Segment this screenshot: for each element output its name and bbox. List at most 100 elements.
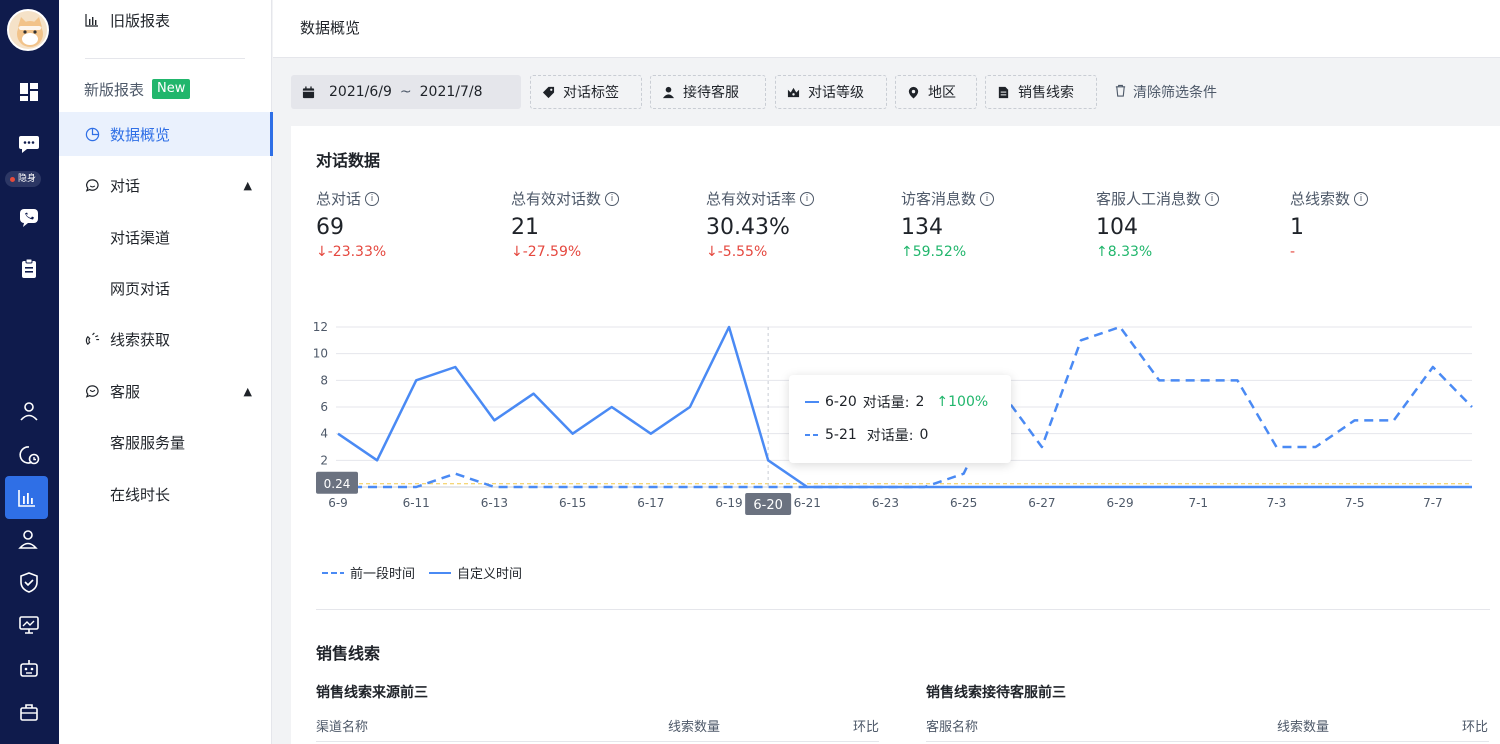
filter-sales-leads[interactable]: 销售线索 bbox=[985, 75, 1097, 109]
clear-filters-button[interactable]: 清除筛选条件 bbox=[1114, 75, 1217, 109]
metric-value: 69 bbox=[316, 215, 344, 240]
metric-agent-messages: 客服人工消息数 i 104 ↑8.33% bbox=[1096, 188, 1286, 260]
tooltip-date: 6-20 bbox=[825, 394, 857, 410]
clipboard-icon[interactable] bbox=[14, 253, 44, 283]
metric-label: 总线索数 bbox=[1290, 190, 1351, 208]
bar-chart-icon bbox=[84, 12, 100, 28]
clear-filters-label: 清除筛选条件 bbox=[1133, 85, 1217, 101]
legend-label: 自定义时间 bbox=[457, 567, 523, 582]
info-icon[interactable]: i bbox=[800, 191, 815, 206]
legend-item-previous[interactable]: 前一段时间 bbox=[322, 563, 415, 582]
sidebar-item-web-conversation[interactable]: 网页对话 bbox=[59, 266, 272, 310]
dashboard-icon[interactable] bbox=[14, 77, 44, 107]
top-bar: 数据概览 bbox=[273, 0, 1500, 58]
sidebar-item-lead-capture[interactable]: 线索获取 bbox=[59, 317, 272, 361]
filter-conversation-level[interactable]: 对话等级 bbox=[775, 75, 887, 109]
date-start: 2021/6/9 bbox=[329, 84, 392, 100]
tooltip-date: 5-21 bbox=[825, 427, 857, 443]
tooltip-metric: 对话量: bbox=[862, 395, 910, 411]
column-header: 线索数量 bbox=[668, 720, 721, 735]
metric-visitor-messages: 访客消息数 i 134 ↑59.52% bbox=[901, 188, 1091, 260]
sidebar-item-label: 数据概览 bbox=[110, 125, 171, 144]
invisible-status-label: 隐身 bbox=[18, 174, 37, 184]
sidebar-item-label: 对话 bbox=[110, 176, 141, 195]
chat-icon[interactable] bbox=[14, 128, 44, 158]
metric-label: 总对话 bbox=[316, 190, 362, 208]
filter-conversation-tag[interactable]: 对话标签 bbox=[530, 75, 642, 109]
x-tick-label: 7-3 bbox=[1267, 496, 1287, 510]
legend-item-custom[interactable]: 自定义时间 bbox=[429, 563, 522, 582]
x-tick-label: 6-9 bbox=[328, 496, 348, 510]
info-icon[interactable]: i bbox=[1354, 191, 1369, 206]
x-tick-label: 7-5 bbox=[1345, 496, 1365, 510]
y-tick-label: 10 bbox=[313, 347, 328, 361]
column-header: 客服名称 bbox=[926, 720, 979, 735]
metric-valid-rate: 总有效对话率 i 30.43% ↓-5.55% bbox=[706, 188, 896, 260]
info-icon[interactable]: i bbox=[605, 191, 620, 206]
sidebar-new-report-heading: 新版报表 New bbox=[84, 78, 191, 100]
conversation-section-title: 对话数据 bbox=[316, 151, 381, 170]
user-avatar[interactable] bbox=[7, 9, 49, 51]
metric-change: ↑59.52% bbox=[901, 244, 967, 260]
calendar-icon bbox=[301, 85, 315, 99]
metric-value: 21 bbox=[511, 215, 539, 240]
solid-line-legend-icon bbox=[805, 401, 819, 403]
tooltip-metric: 对话量: bbox=[866, 428, 914, 444]
down-arrow-icon: ↓ bbox=[511, 244, 523, 260]
info-icon[interactable]: i bbox=[980, 191, 995, 206]
dashed-line-legend-icon bbox=[805, 434, 819, 436]
chat-bubble-icon bbox=[84, 177, 100, 193]
metric-change: ↓-27.59% bbox=[511, 244, 582, 260]
down-arrow-icon: ↓ bbox=[316, 244, 328, 260]
column-header: 线索数量 bbox=[1277, 720, 1330, 735]
filter-label: 销售线索 bbox=[1018, 85, 1074, 101]
sidebar-item-customer-service[interactable]: 客服 ▲ bbox=[59, 369, 272, 413]
sidebar-item-service-volume[interactable]: 客服服务量 bbox=[59, 420, 272, 464]
app-rail: 隐身 bbox=[0, 0, 59, 744]
x-tick-label: 6-17 bbox=[637, 496, 664, 510]
table-header-line bbox=[316, 741, 879, 742]
toolbox-icon[interactable] bbox=[14, 696, 44, 726]
up-arrow-icon: ↑ bbox=[1096, 244, 1108, 260]
sales-section-title: 销售线索 bbox=[316, 644, 381, 663]
info-icon[interactable]: i bbox=[1205, 191, 1220, 206]
chat-clock-icon[interactable] bbox=[14, 440, 44, 470]
metric-change: ↓-23.33% bbox=[316, 244, 387, 260]
date-range-picker[interactable]: 2021/6/9 ~ 2021/7/8 bbox=[291, 75, 521, 109]
sidebar-item-online-duration[interactable]: 在线时长 bbox=[59, 472, 272, 516]
info-icon[interactable]: i bbox=[365, 191, 380, 206]
down-arrow-icon: ↓ bbox=[706, 244, 718, 260]
y-tick-label: 6 bbox=[320, 400, 328, 414]
invisible-status-badge[interactable]: 隐身 bbox=[5, 171, 42, 187]
person-icon[interactable] bbox=[14, 396, 44, 426]
sidebar-item-label: 客服 bbox=[110, 382, 141, 401]
sidebar-item-data-overview[interactable]: 数据概览 bbox=[59, 112, 273, 156]
sidebar-item-label: 在线时长 bbox=[110, 485, 171, 504]
tooltip-change: ↑100% bbox=[936, 394, 989, 410]
team-icon[interactable] bbox=[14, 524, 44, 554]
tooltip-value: 2 bbox=[915, 394, 925, 410]
phone-chat-icon[interactable] bbox=[14, 202, 44, 232]
sidebar-item-label: 对话渠道 bbox=[110, 228, 171, 247]
y-tick-label: 4 bbox=[320, 427, 328, 441]
top-lead-sources-title: 销售线索来源前三 bbox=[316, 685, 428, 701]
monitor-icon[interactable] bbox=[14, 610, 44, 640]
analytics-icon[interactable] bbox=[5, 476, 48, 519]
sidebar-item-legacy-report[interactable]: 旧版报表 bbox=[59, 0, 272, 40]
sidebar-item-conversation[interactable]: 对话 ▲ bbox=[59, 163, 272, 207]
metric-total-conversations: 总对话 i 69 ↓-23.33% bbox=[316, 188, 506, 260]
location-icon bbox=[906, 85, 920, 99]
x-tick-label: 6-19 bbox=[715, 496, 742, 510]
sidebar-item-conversation-channel[interactable]: 对话渠道 bbox=[59, 215, 272, 259]
tag-icon bbox=[541, 85, 555, 99]
sidebar-item-label: 旧版报表 bbox=[110, 11, 171, 30]
y-tick-label: 2 bbox=[320, 453, 328, 467]
page-title: 数据概览 bbox=[300, 19, 361, 37]
document-icon bbox=[996, 85, 1010, 99]
crown-icon bbox=[786, 85, 800, 99]
filter-label: 地区 bbox=[928, 85, 956, 101]
shield-icon[interactable] bbox=[14, 567, 44, 597]
robot-icon[interactable] bbox=[14, 653, 44, 683]
filter-region[interactable]: 地区 bbox=[895, 75, 977, 109]
filter-reception-agent[interactable]: 接待客服 bbox=[650, 75, 766, 109]
